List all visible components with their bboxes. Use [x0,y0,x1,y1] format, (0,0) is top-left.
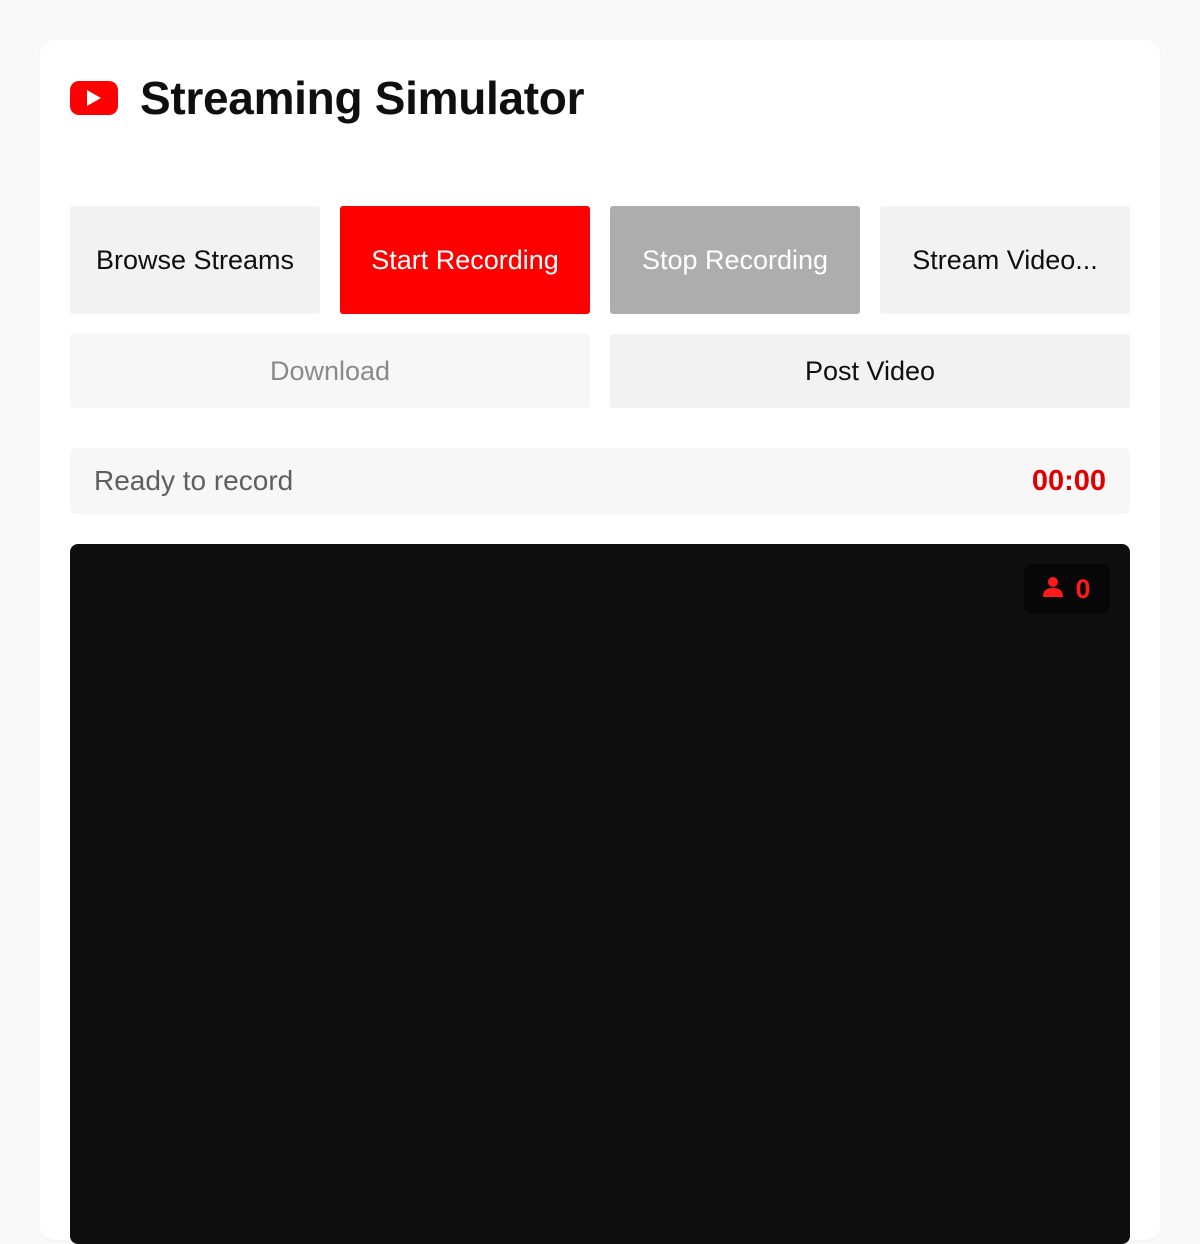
app-card: Streaming Simulator Browse Streams Start… [40,40,1160,1244]
viewer-count-badge: 0 [1024,564,1110,614]
download-button[interactable]: Download [70,334,590,408]
stream-video-label: Stream Video... [912,245,1098,275]
person-icon [1043,576,1064,603]
primary-actions: Browse Streams Start Recording Stop Reco… [70,206,1130,314]
start-recording-button[interactable]: Start Recording [340,206,590,314]
viewer-count: 0 [1075,573,1091,604]
app-header: Streaming Simulator [70,70,584,126]
post-video-button[interactable]: Post Video [610,334,1130,408]
secondary-actions: Download Post Video [70,334,1130,408]
browse-streams-button[interactable]: Browse Streams [70,206,320,314]
stream-video-button[interactable]: Stream Video... [880,206,1130,314]
recording-timer: 00:00 [1031,464,1106,497]
video-preview[interactable]: 0 [70,544,1130,1244]
page-title: Streaming Simulator [140,72,585,124]
status-bar: Ready to record 00:00 [70,448,1130,514]
stop-recording-button[interactable]: Stop Recording [610,206,860,314]
youtube-play-icon [70,81,118,115]
status-message: Ready to record [94,465,294,496]
